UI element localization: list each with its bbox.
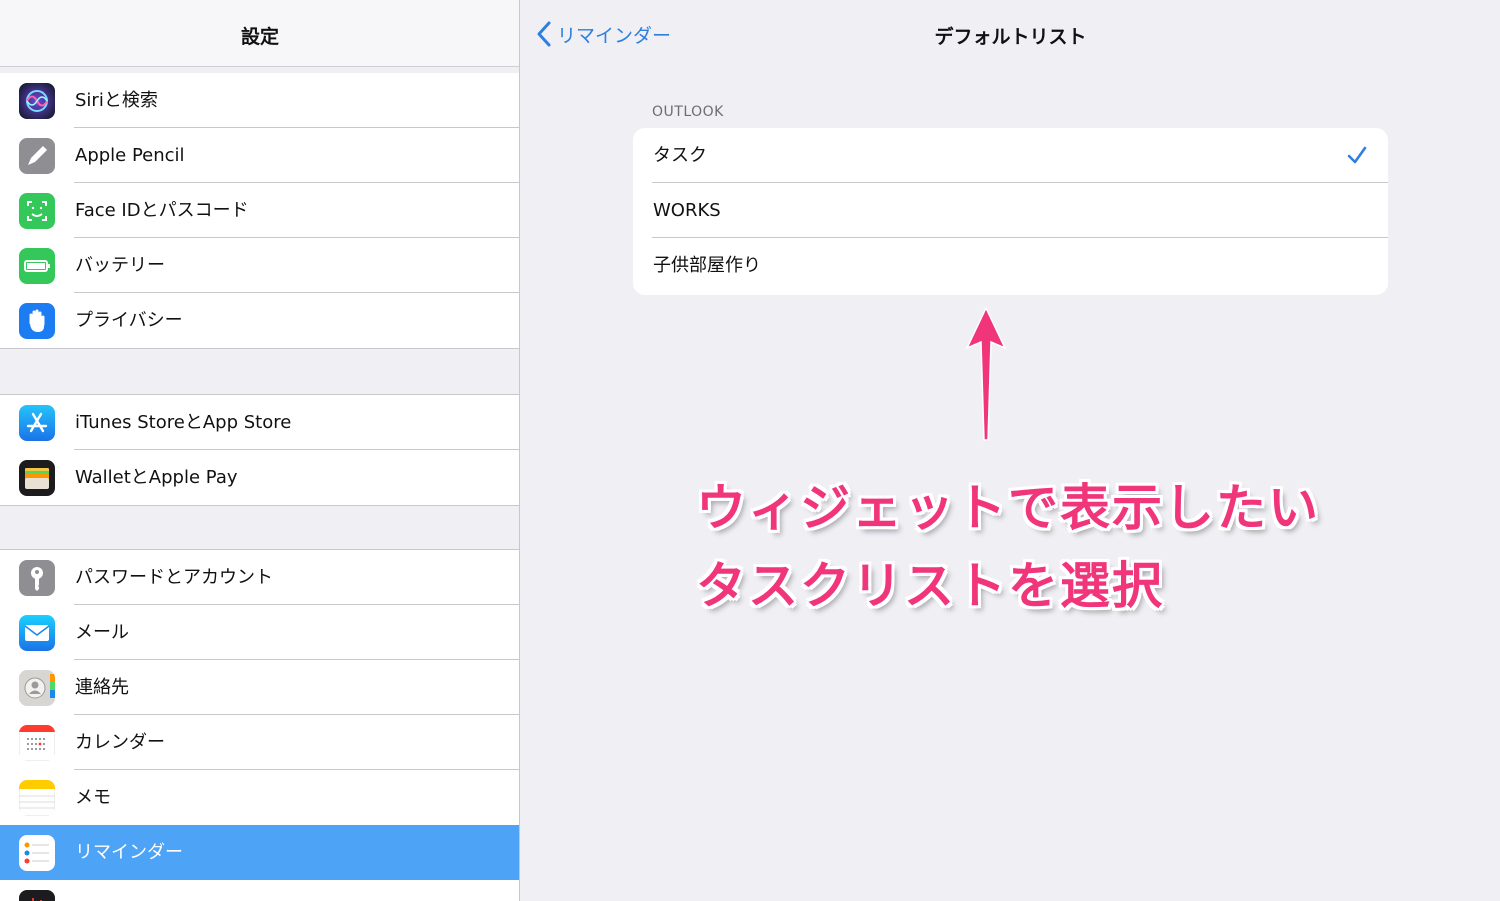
sidebar-item-wallet[interactable]: WalletとApple Pay xyxy=(0,450,519,505)
sidebar-item-label: 連絡先 xyxy=(75,677,129,698)
key-icon xyxy=(19,560,55,596)
pencil-icon xyxy=(19,138,55,174)
sidebar-item-mail[interactable]: メール xyxy=(0,605,519,660)
calendar-icon xyxy=(19,725,55,761)
sidebar-item-face-id[interactable]: Face IDとパスコード xyxy=(0,183,519,238)
mail-icon xyxy=(19,615,55,651)
list-item-works[interactable]: WORKS xyxy=(633,183,1388,238)
page-title: デフォルトリスト xyxy=(934,26,1087,48)
checkmark-icon xyxy=(1347,146,1367,164)
face-id-icon xyxy=(19,193,55,229)
contacts-icon xyxy=(19,670,55,706)
annotation-text-line1: ウィジェットで表示したい xyxy=(696,479,1320,537)
sidebar-item-battery[interactable]: バッテリー xyxy=(0,238,519,293)
annotation-arrow-icon xyxy=(965,306,1007,441)
sidebar-item-reminders[interactable]: リマインダー xyxy=(0,825,519,880)
navigation-bar: リマインダー デフォルトリスト xyxy=(521,0,1500,67)
reminders-icon xyxy=(19,835,55,871)
sidebar-item-label: Siriと検索 xyxy=(75,90,158,111)
app-store-icon xyxy=(19,405,55,441)
detail-pane: リマインダー デフォルトリスト OUTLOOK タスク WORKS 子供部屋作り… xyxy=(521,0,1500,901)
sidebar-item-label: Face IDとパスコード xyxy=(75,200,249,221)
wallet-icon xyxy=(19,460,55,496)
list-item-label: タスク xyxy=(653,145,707,166)
sidebar-item-label: メモ xyxy=(75,787,111,808)
battery-icon xyxy=(19,248,55,284)
hand-icon xyxy=(19,303,55,339)
settings-group-3: パスワードとアカウント メール 連絡先 カレンダー メモ リマインダー xyxy=(0,549,519,901)
sidebar-item-siri[interactable]: Siriと検索 xyxy=(0,73,519,128)
sidebar-item-label: リマインダー xyxy=(75,842,183,863)
list-item-task[interactable]: タスク xyxy=(633,128,1388,183)
annotation-text-line2: タスクリストを選択 xyxy=(696,557,1164,615)
sidebar-item-label: メール xyxy=(75,622,129,643)
list-item-label: WORKS xyxy=(653,200,721,221)
settings-group-1: Siriと検索 Apple Pencil Face IDとパスコード バッテリー xyxy=(0,73,519,349)
notes-icon xyxy=(19,780,55,816)
settings-group-2: iTunes StoreとApp Store WalletとApple Pay xyxy=(0,394,519,506)
sidebar-item-partial[interactable] xyxy=(0,880,519,901)
sidebar-item-label: WalletとApple Pay xyxy=(75,467,238,488)
sidebar-item-label: バッテリー xyxy=(75,255,165,276)
sidebar-item-label: iTunes StoreとApp Store xyxy=(75,412,292,433)
voice-memos-icon xyxy=(19,890,55,901)
sidebar-item-contacts[interactable]: 連絡先 xyxy=(0,660,519,715)
sidebar-item-notes[interactable]: メモ xyxy=(0,770,519,825)
sidebar-item-label: パスワードとアカウント xyxy=(75,567,273,588)
sidebar-item-apple-pencil[interactable]: Apple Pencil xyxy=(0,128,519,183)
sidebar-item-app-store[interactable]: iTunes StoreとApp Store xyxy=(0,395,519,450)
sidebar-item-passwords[interactable]: パスワードとアカウント xyxy=(0,550,519,605)
list-item-kids-room[interactable]: 子供部屋作り xyxy=(633,238,1388,293)
siri-icon xyxy=(19,83,55,119)
list-group: タスク WORKS 子供部屋作り xyxy=(633,128,1388,295)
sidebar-item-privacy[interactable]: プライバシー xyxy=(0,293,519,348)
sidebar-header: 設定 xyxy=(0,0,519,67)
sidebar-item-label: Apple Pencil xyxy=(75,145,185,166)
settings-sidebar: 設定 Siriと検索 Apple Pencil Face IDとパスコード バッ… xyxy=(0,0,520,901)
sidebar-item-label: カレンダー xyxy=(75,732,165,753)
sidebar-item-calendar[interactable]: カレンダー xyxy=(0,715,519,770)
sidebar-item-label: プライバシー xyxy=(75,310,183,331)
section-header: OUTLOOK xyxy=(652,104,724,120)
sidebar-title: 設定 xyxy=(240,26,279,48)
list-item-label: 子供部屋作り xyxy=(653,255,761,276)
